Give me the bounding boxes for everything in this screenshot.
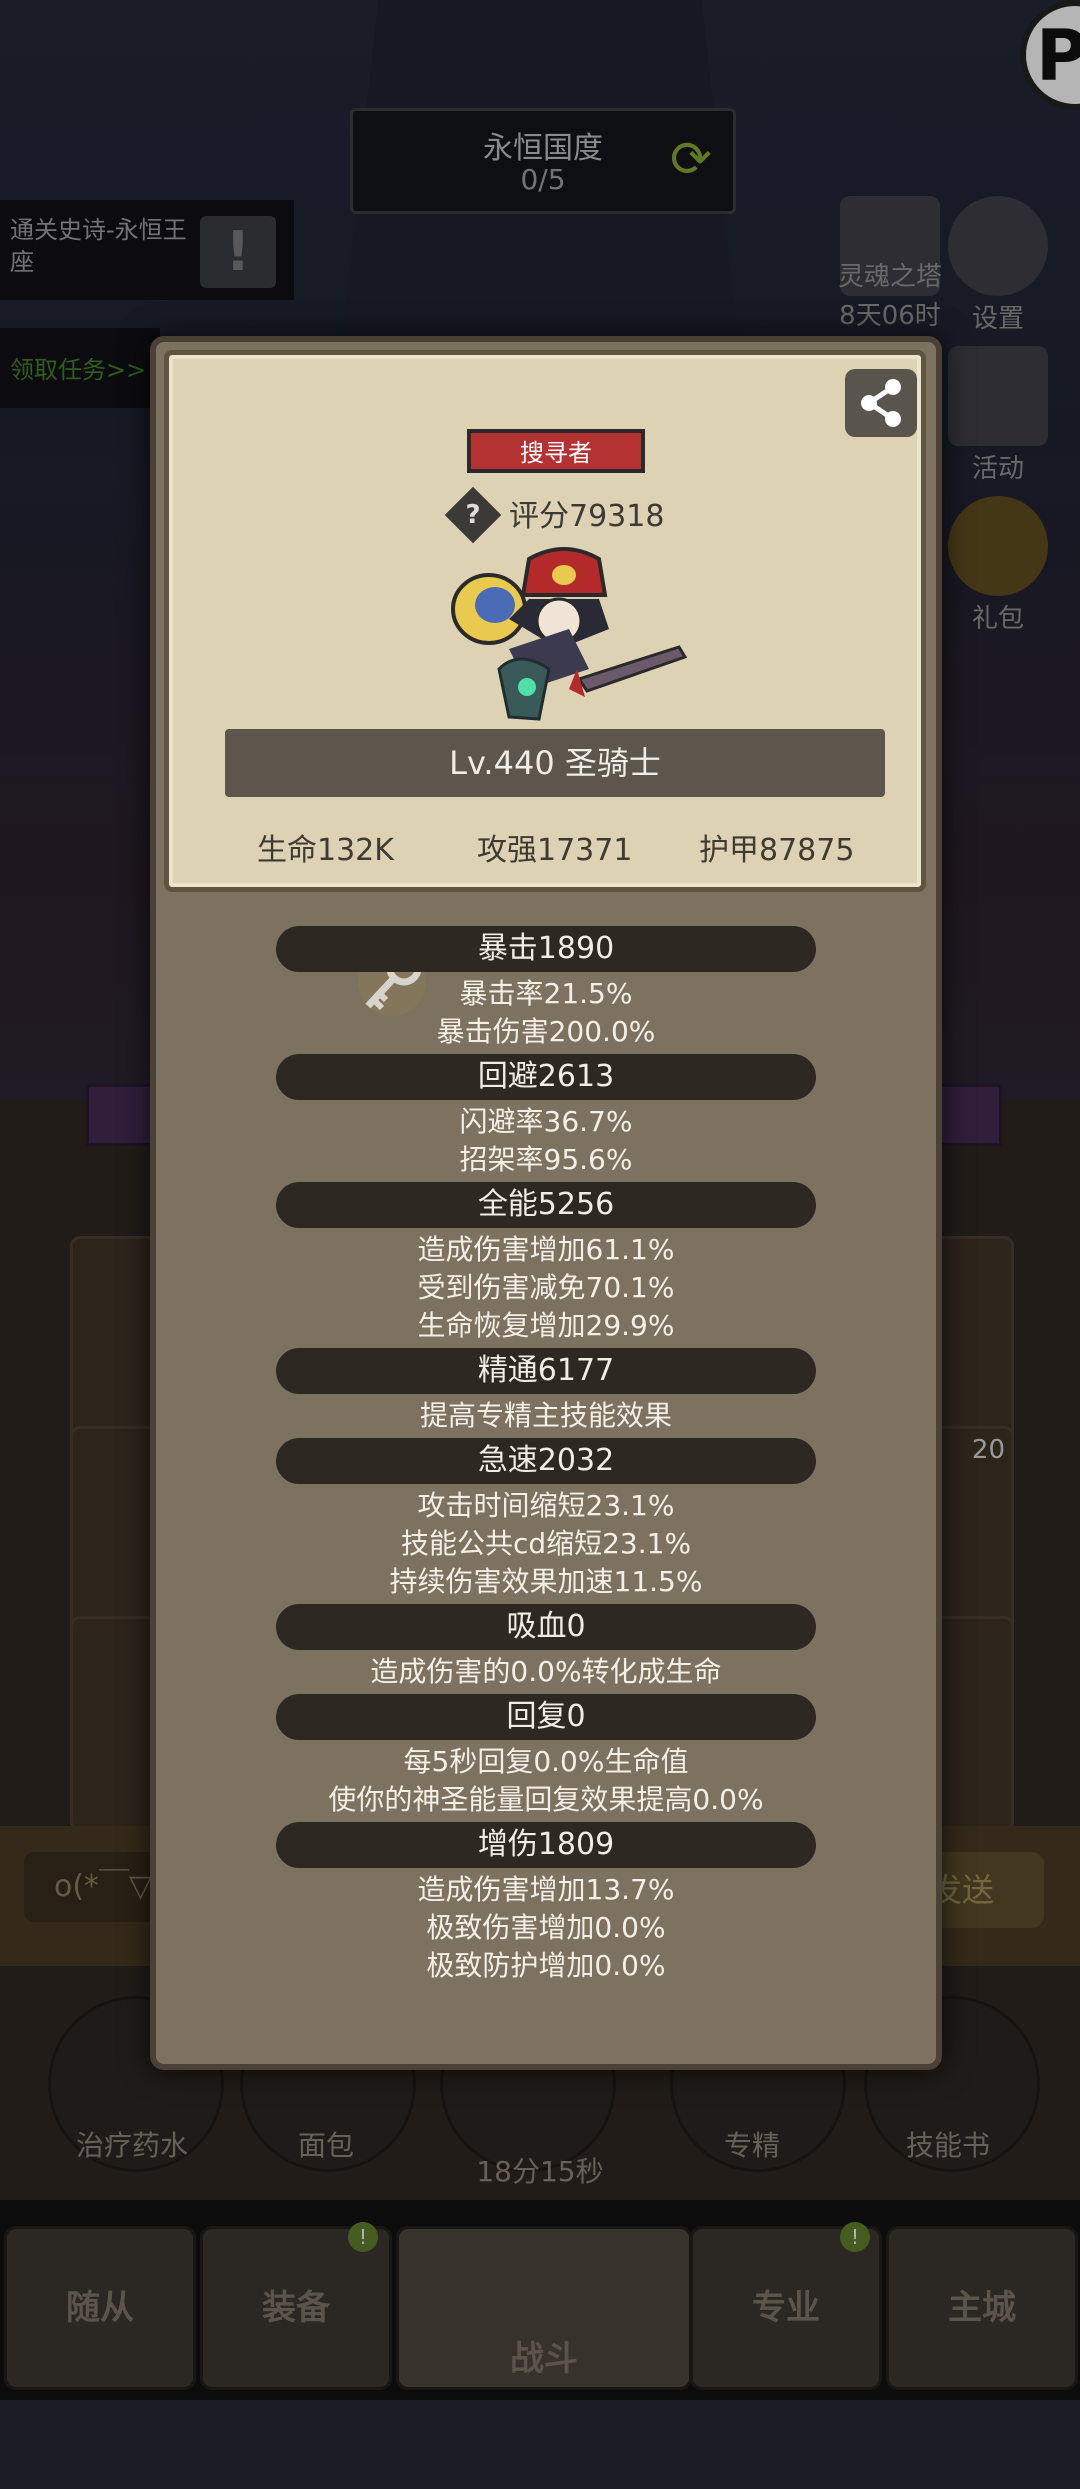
stat-line: 暴击率21.5% xyxy=(459,977,633,1010)
stat-section-title: 暴击1890 xyxy=(276,926,816,972)
question-icon[interactable]: ? xyxy=(453,495,493,535)
stat-section-title: 增伤1809 xyxy=(276,1822,816,1868)
stat-line: 技能公共cd缩短23.1% xyxy=(400,1527,692,1560)
stat-section-title: 急速2032 xyxy=(276,1438,816,1484)
stat-section-title: 回复0 xyxy=(276,1694,816,1740)
stat-line: 极致防护增加0.0% xyxy=(426,1949,666,1982)
stat-section-title: 精通6177 xyxy=(276,1348,816,1394)
score-label: 评分79318 xyxy=(509,499,665,534)
hp-stat: 生命132K xyxy=(257,833,394,868)
stat-line: 极致伤害增加0.0% xyxy=(426,1911,666,1944)
stat-section-title: 吸血0 xyxy=(276,1604,816,1650)
stat-line: 攻击时间缩短23.1% xyxy=(417,1489,675,1522)
stat-line: 受到伤害减免70.1% xyxy=(417,1271,675,1304)
stat-line: 闪避率36.7% xyxy=(459,1105,633,1138)
armor-stat: 护甲87875 xyxy=(699,833,855,868)
character-card: 搜寻者 ? 评分79318 Lv.440 圣骑士 生命132K 攻强17371 … xyxy=(164,350,926,892)
stat-line: 提高专精主技能效果 xyxy=(419,1399,672,1432)
stat-line: 造成伤害增加61.1% xyxy=(417,1233,675,1266)
stat-section-title: 回避2613 xyxy=(276,1054,816,1100)
stat-section-title: 全能5256 xyxy=(276,1182,816,1228)
stat-line: 造成伤害增加13.7% xyxy=(417,1873,675,1906)
character-avatar xyxy=(451,547,688,721)
character-info-modal: 搜寻者 ? 评分79318 Lv.440 圣骑士 生命132K 攻强17371 … xyxy=(150,336,942,2070)
stat-line: 生命恢复增加29.9% xyxy=(417,1309,675,1342)
share-button[interactable] xyxy=(845,369,917,437)
stat-line: 每5秒回复0.0%生命值 xyxy=(403,1745,689,1778)
share-icon xyxy=(861,379,901,427)
stat-line: 招架率95.6% xyxy=(459,1143,633,1176)
stat-line: 造成伤害的0.0%转化成生命 xyxy=(370,1655,722,1688)
attack-stat: 攻强17371 xyxy=(477,833,633,868)
stat-line: 暴击伤害200.0% xyxy=(436,1015,656,1048)
class-tag: 搜寻者 xyxy=(467,429,645,473)
level-class-bar: Lv.440 圣骑士 xyxy=(225,729,885,797)
stat-line: 持续伤害效果加速11.5% xyxy=(389,1565,703,1598)
stat-line: 使你的神圣能量回复效果提高0.0% xyxy=(328,1783,764,1816)
